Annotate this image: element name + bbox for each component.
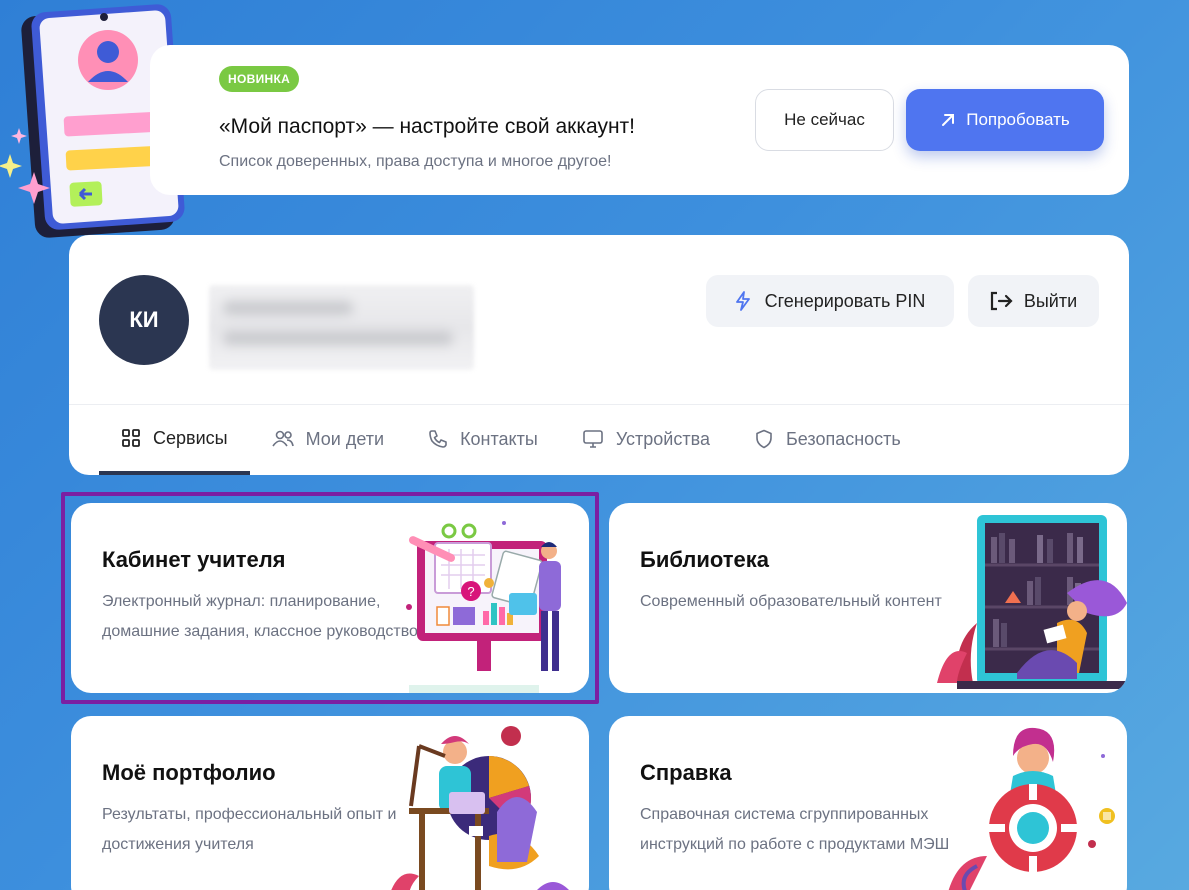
help-illustration bbox=[948, 727, 1115, 890]
tab-devices-label: Устройства bbox=[615, 428, 710, 449]
tab-security[interactable]: Безопасность bbox=[732, 405, 923, 473]
svg-text:?: ? bbox=[467, 584, 474, 599]
card-teacher-cabinet[interactable]: Кабинет учителя Электронный журнал: план… bbox=[71, 503, 589, 693]
library-illustration bbox=[937, 515, 1127, 689]
card-description: Современный образовательный контент bbox=[640, 593, 942, 610]
card-description: Справочная система сгруппированных инстр… bbox=[640, 806, 950, 853]
card-description: Электронный журнал: планирование, домашн… bbox=[102, 593, 418, 640]
avatar: КИ bbox=[99, 275, 189, 365]
generate-pin-button[interactable]: Сгенерировать PIN bbox=[706, 275, 954, 327]
logout-icon bbox=[990, 291, 1013, 311]
phone-icon bbox=[429, 430, 447, 448]
try-button[interactable]: Попробовать bbox=[906, 89, 1104, 151]
card-help[interactable]: Справка Справочная система сгруппированн… bbox=[609, 716, 1127, 890]
card-library[interactable]: Библиотека Современный образовательный к… bbox=[609, 503, 1127, 693]
not-now-button[interactable]: Не сейчас bbox=[755, 89, 894, 151]
card-portfolio[interactable]: Моё портфолио Результаты, профессиональн… bbox=[71, 716, 589, 890]
lightning-icon bbox=[735, 291, 750, 311]
card-title: Справка bbox=[640, 760, 732, 785]
users-icon bbox=[271, 430, 294, 447]
try-button-label: Попробовать bbox=[966, 110, 1070, 129]
grid-icon bbox=[122, 429, 140, 447]
card-title: Кабинет учителя bbox=[102, 547, 286, 572]
passport-banner: НОВИНКА «Мой паспорт» — настройте свой а… bbox=[150, 45, 1129, 195]
blurred-user-info bbox=[209, 285, 474, 370]
portfolio-illustration bbox=[391, 726, 569, 890]
generate-pin-label: Сгенерировать PIN bbox=[764, 290, 926, 311]
profile-card: КИ Сгенерировать PIN Выйти Сервисы Мои д… bbox=[69, 235, 1129, 475]
logout-label: Выйти bbox=[1023, 290, 1078, 311]
tab-my-children-label: Мои дети bbox=[305, 428, 385, 449]
tab-contacts-label: Контакты bbox=[460, 428, 538, 449]
card-title: Библиотека bbox=[640, 547, 770, 572]
shield-icon bbox=[756, 429, 772, 449]
teacher-illustration: ? bbox=[406, 521, 561, 693]
tab-security-label: Безопасность bbox=[785, 428, 901, 449]
tab-contacts[interactable]: Контакты bbox=[406, 405, 560, 473]
card-description: Результаты, профессиональный опыт и дост… bbox=[102, 806, 397, 853]
monitor-icon bbox=[583, 430, 603, 448]
tab-my-children[interactable]: Мои дети bbox=[250, 405, 406, 473]
tab-devices[interactable]: Устройства bbox=[560, 405, 732, 473]
banner-title: «Мой паспорт» — настройте свой аккаунт! bbox=[219, 115, 635, 138]
tab-services-label: Сервисы bbox=[153, 427, 228, 448]
card-title: Моё портфолио bbox=[102, 760, 276, 785]
new-badge: НОВИНКА bbox=[219, 66, 300, 92]
logout-button[interactable]: Выйти bbox=[968, 275, 1099, 327]
tab-services[interactable]: Сервисы bbox=[99, 405, 250, 475]
tabs-bar: Сервисы Мои дети Контакты Устройства Без… bbox=[99, 405, 923, 475]
banner-subtitle: Список доверенных, права доступа и много… bbox=[219, 153, 612, 170]
arrow-up-right-icon bbox=[942, 114, 955, 126]
